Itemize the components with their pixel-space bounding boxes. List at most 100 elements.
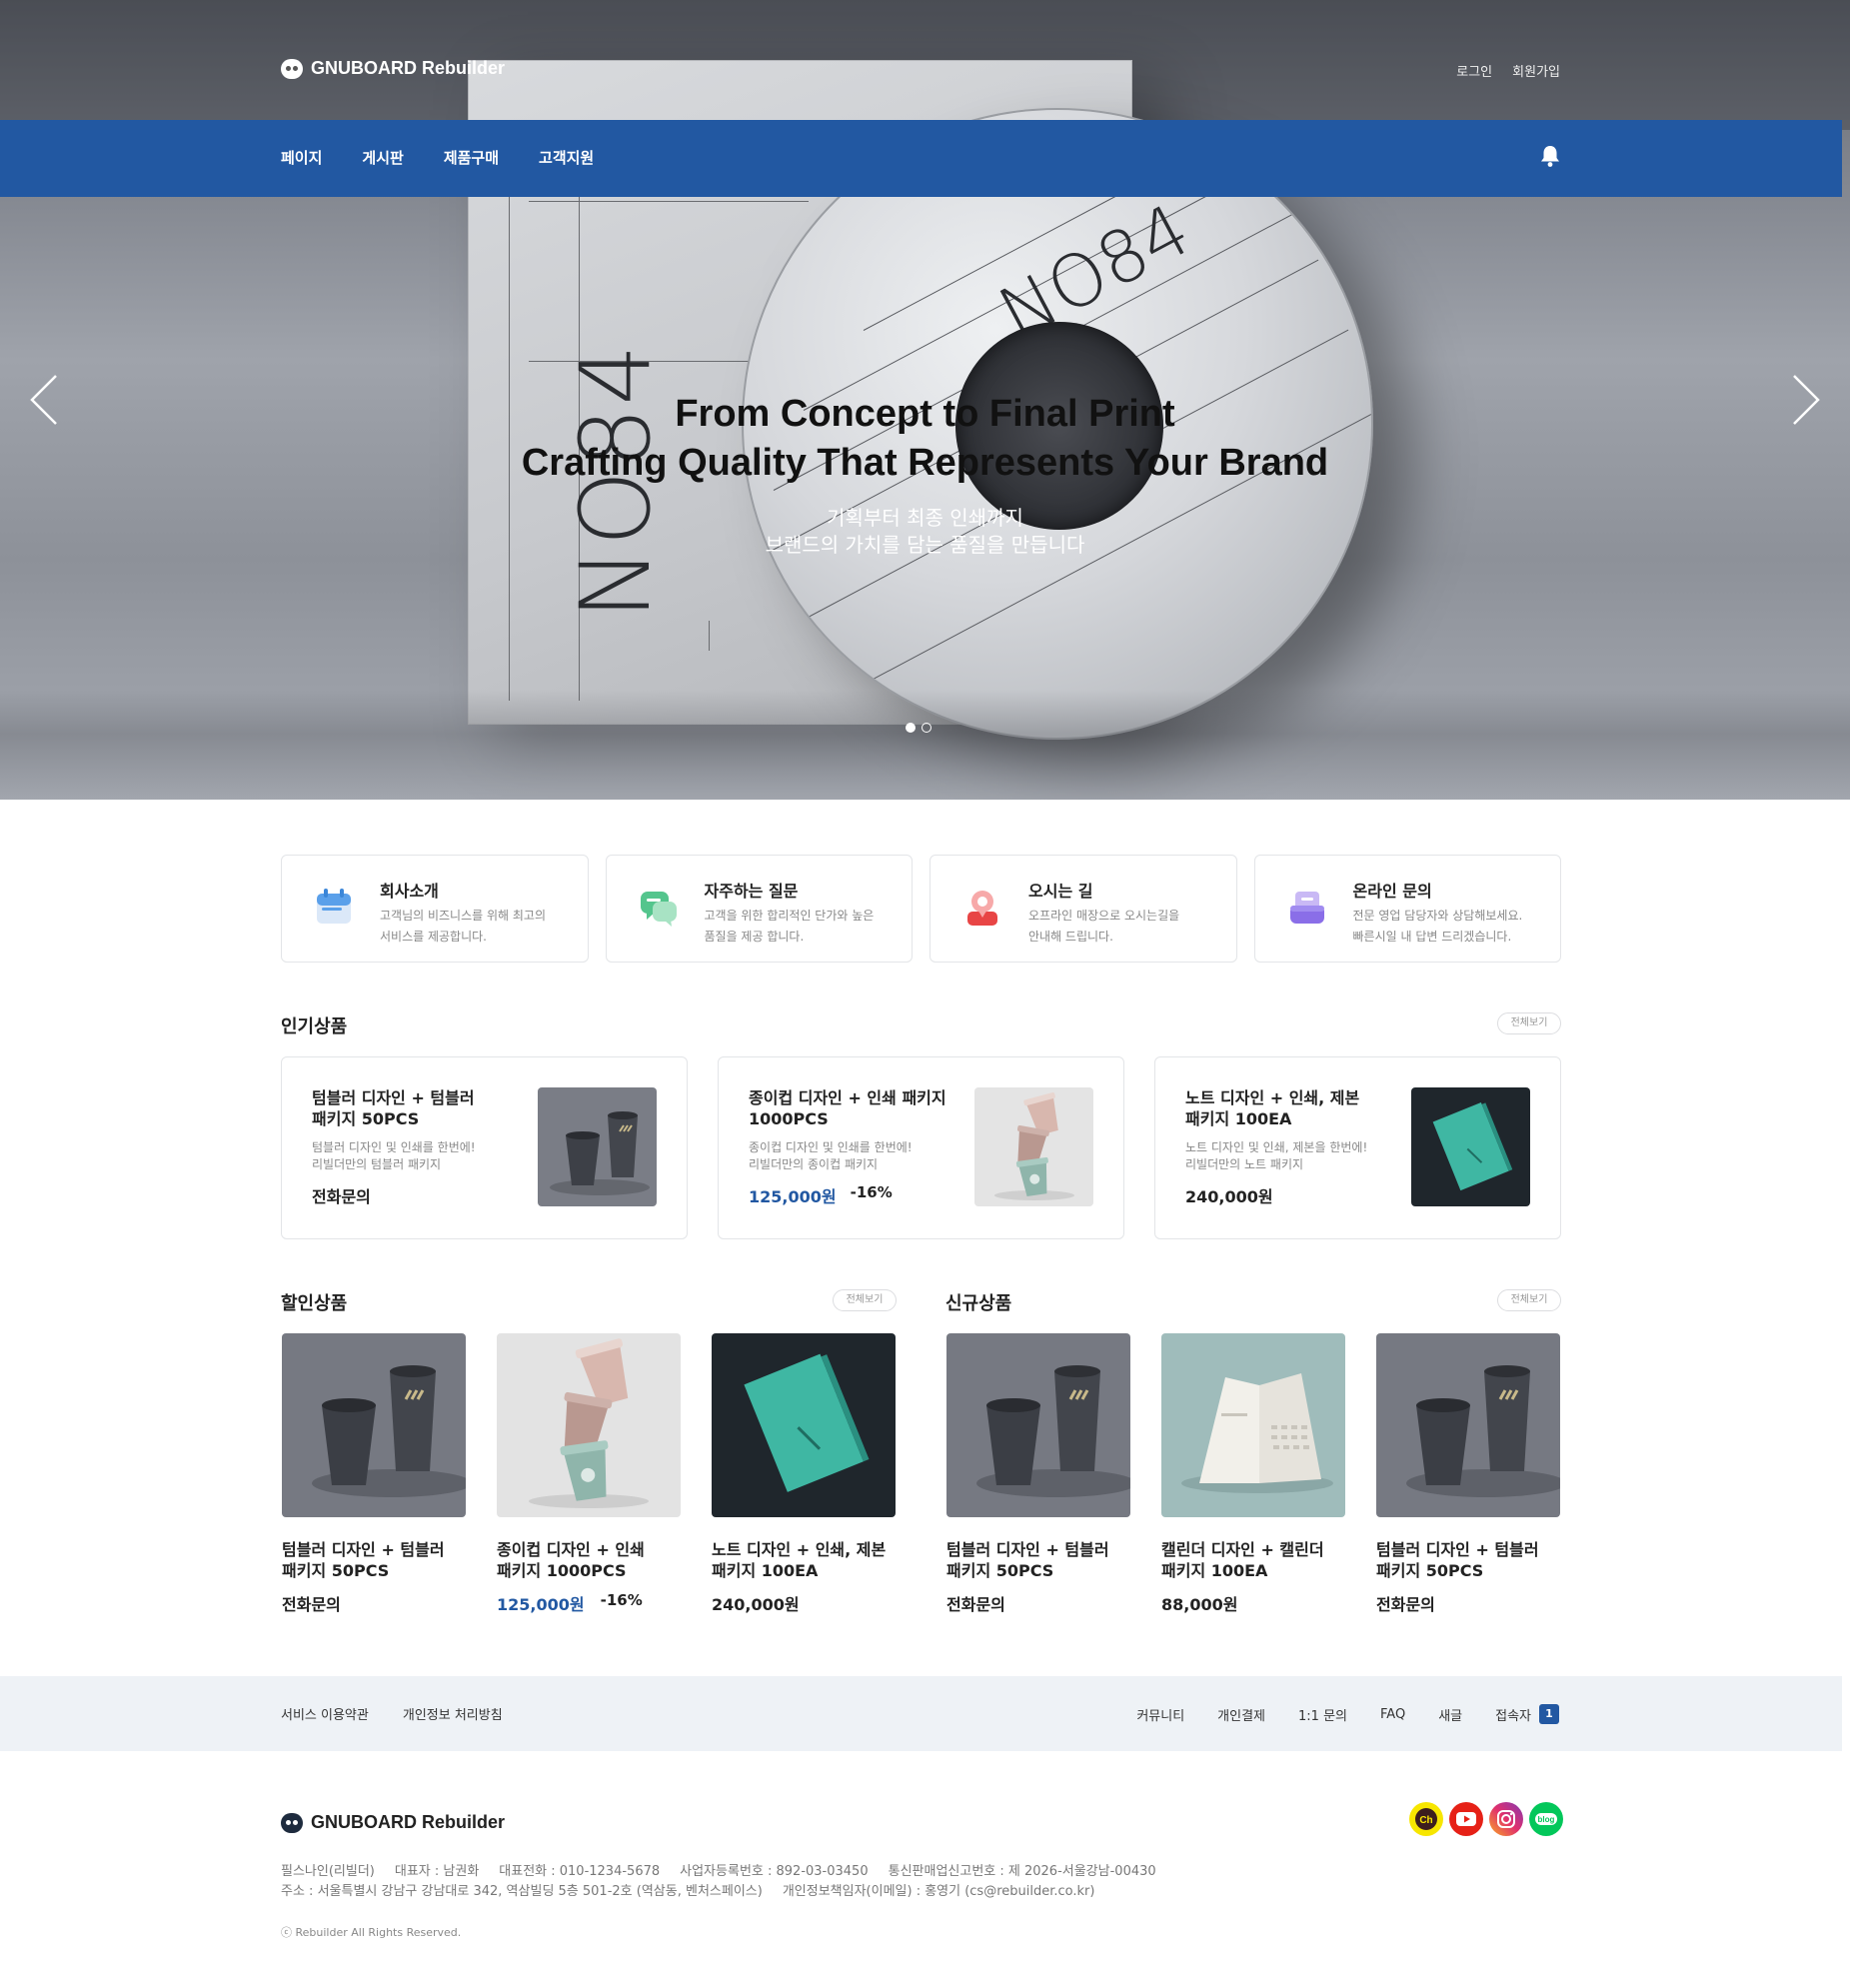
visitors-label: 접속자 <box>1495 1708 1531 1724</box>
signup-link[interactable]: 회원가입 <box>1512 61 1560 80</box>
product-name-line2: 1000PCS <box>749 1109 829 1128</box>
quick-link-desc: 전문 영업 담당자와 상담해보세요. 빠른시일 내 답변 드리겠습니다. <box>1353 906 1553 948</box>
login-link[interactable]: 로그인 <box>1456 61 1492 80</box>
product-name: 노트 디자인 + 인쇄, 제본 패키지 100EA <box>1185 1087 1395 1129</box>
business-number: 사업자등록번호 : 892-03-03450 <box>680 1864 869 1879</box>
footer-logo[interactable]: GNUBOARD Rebuilder <box>281 1812 505 1833</box>
product-name: 텀블러 디자인 + 텀블러 패키지 50PCS <box>282 1539 466 1581</box>
nav-item-page[interactable]: 페이지 <box>281 147 322 168</box>
nav-item-support[interactable]: 고객지원 <box>539 147 594 168</box>
product-price: 전화문의 <box>946 1591 1130 1615</box>
new-view-all-button[interactable]: 전체보기 <box>1497 1289 1561 1311</box>
hero-dot-1[interactable] <box>906 723 916 733</box>
quick-link-desc-line1: 고객님의 비즈니스를 위해 최고의 <box>380 909 547 923</box>
quick-link-inquiry[interactable]: 온라인 문의 전문 영업 담당자와 상담해보세요. 빠른시일 내 답변 드리겠습… <box>1253 855 1561 963</box>
product-image-tumbler[interactable] <box>282 1333 466 1517</box>
quick-link-location[interactable]: 오시는 길 오프라인 매장으로 오시는길을 안내해 드립니다. <box>929 855 1237 963</box>
popular-product-card[interactable]: 노트 디자인 + 인쇄, 제본 패키지 100EA 노트 디자인 및 인쇄, 제… <box>1154 1056 1561 1239</box>
popular-section-title: 인기상품 <box>281 1016 348 1037</box>
hero-dot-2[interactable] <box>922 723 931 733</box>
kakao-channel-icon[interactable]: Ch <box>1409 1802 1443 1836</box>
quick-link-faq[interactable]: 자주하는 질문 고객을 위한 합리적인 단가와 높은 품질을 제공 합니다. <box>605 855 913 963</box>
main-navbar: 페이지 게시판 제품구매 고객지원 <box>0 120 1842 197</box>
product-desc-line1: 노트 디자인 및 인쇄, 제본을 한번에! <box>1185 1140 1368 1154</box>
product-price: 전화문의 <box>312 1183 371 1207</box>
product-name-line2: 패키지 50PCS <box>946 1561 1054 1580</box>
product-name-line2: 패키지 1000PCS <box>497 1561 627 1580</box>
product-image-paper-cup[interactable] <box>497 1333 681 1517</box>
sale-view-all-button[interactable]: 전체보기 <box>833 1289 897 1311</box>
product-name-line1: 텀블러 디자인 + 텀블러 <box>946 1540 1109 1559</box>
hero-next-arrow-icon[interactable] <box>1784 370 1824 430</box>
new-product-item[interactable]: 텀블러 디자인 + 텀블러 패키지 50PCS 전화문의 <box>1376 1333 1560 1615</box>
product-name-line2: 패키지 100EA <box>1161 1561 1268 1580</box>
product-price-value: 88,000원 <box>1161 1595 1238 1614</box>
hero-subtitle-line2: 브랜드의 가치를 담는 품질을 만듭니다 <box>765 533 1085 557</box>
bell-icon[interactable] <box>1539 144 1561 168</box>
quick-link-desc-line2: 빠른시일 내 답변 드리겠습니다. <box>1352 930 1512 944</box>
product-image-notebook[interactable] <box>1411 1087 1530 1206</box>
popular-product-card[interactable]: 종이컵 디자인 + 인쇄 패키지 1000PCS 종이컵 디자인 및 인쇄를 한… <box>718 1056 1124 1239</box>
hero-title-line2: Crafting Quality That Represents Your Br… <box>521 442 1329 484</box>
hero-subtitle: 기획부터 최종 인쇄까지 브랜드의 가치를 담는 품질을 만듭니다 <box>0 505 1850 559</box>
ceo-name: 대표자 : 남권화 <box>394 1864 480 1879</box>
product-image-tumbler[interactable] <box>946 1333 1130 1517</box>
product-price-value: 전화문의 <box>946 1595 1005 1614</box>
ecommerce-number: 통신판매업신고번호 : 제 2026-서울강남-00430 <box>888 1864 1156 1879</box>
product-discount-rate: -16% <box>600 1591 643 1609</box>
product-image-calendar[interactable] <box>1161 1333 1345 1517</box>
product-name-line1: 노트 디자인 + 인쇄, 제본 <box>1185 1088 1360 1107</box>
product-name: 노트 디자인 + 인쇄, 제본 패키지 100EA <box>712 1539 896 1581</box>
hero-title: From Concept to Final Print Crafting Qua… <box>0 390 1850 488</box>
quick-link-company[interactable]: 회사소개 고객님의 비즈니스를 위해 최고의 서비스를 제공합니다. <box>281 855 589 963</box>
company-info-row2: 주소 : 서울특별시 강남구 강남대로 342, 역삼빌딩 5층 501-2호 … <box>281 1882 1156 1902</box>
product-image-paper-cup[interactable] <box>974 1087 1093 1206</box>
product-price: 240,000원 <box>1185 1183 1273 1207</box>
quick-link-title: 회사소개 <box>380 882 439 901</box>
blog-icon[interactable]: blog <box>1529 1802 1563 1836</box>
product-name-line2: 패키지 50PCS <box>1376 1561 1484 1580</box>
product-name-line1: 종이컵 디자인 + 인쇄 <box>497 1540 645 1559</box>
company-info: 필스나인(리빌더) 대표자 : 남권화 대표전화 : 010-1234-5678… <box>281 1862 1156 1902</box>
sale-product-item[interactable]: 종이컵 디자인 + 인쇄 패키지 1000PCS 125,000원 -16% <box>497 1333 681 1615</box>
nav-menu: 페이지 게시판 제품구매 고객지원 <box>281 147 594 168</box>
quick-link-desc: 고객을 위한 합리적인 단가와 높은 품질을 제공 합니다. <box>705 906 905 948</box>
nav-item-board[interactable]: 게시판 <box>362 147 403 168</box>
product-price: 125,000원 -16% <box>749 1183 893 1207</box>
quick-link-desc-line2: 서비스를 제공합니다. <box>380 930 487 944</box>
one-on-one-inquiry-link[interactable]: 1:1 문의 <box>1298 1705 1347 1724</box>
popular-view-all-button[interactable]: 전체보기 <box>1497 1012 1561 1034</box>
product-image-tumbler[interactable] <box>538 1087 657 1206</box>
nav-item-shop[interactable]: 제품구매 <box>444 147 499 168</box>
product-name-line2: 패키지 50PCS <box>312 1109 420 1128</box>
product-image-notebook[interactable] <box>712 1333 896 1517</box>
product-name-line1: 종이컵 디자인 + 인쇄 패키지 <box>749 1088 946 1107</box>
product-price-value: 125,000원 <box>749 1187 837 1206</box>
sale-product-item[interactable]: 텀블러 디자인 + 텀블러 패키지 50PCS 전화문의 <box>282 1333 466 1615</box>
site-logo[interactable]: GNUBOARD Rebuilder <box>281 58 505 79</box>
product-name: 종이컵 디자인 + 인쇄 패키지 1000PCS <box>749 1087 958 1129</box>
visitors-link[interactable]: 접속자 1 <box>1495 1704 1559 1724</box>
youtube-icon[interactable] <box>1449 1802 1483 1836</box>
faq-link[interactable]: FAQ <box>1380 1707 1405 1722</box>
new-posts-link[interactable]: 새글 <box>1438 1705 1462 1724</box>
hero-pagination <box>906 723 931 733</box>
new-product-item[interactable]: 텀블러 디자인 + 텀블러 패키지 50PCS 전화문의 <box>946 1333 1130 1615</box>
terms-link[interactable]: 서비스 이용약관 <box>281 1704 369 1723</box>
personal-payment-link[interactable]: 개인결제 <box>1217 1705 1265 1724</box>
sale-product-item[interactable]: 노트 디자인 + 인쇄, 제본 패키지 100EA 240,000원 <box>712 1333 896 1615</box>
community-link[interactable]: 커뮤니티 <box>1136 1705 1184 1724</box>
instagram-icon[interactable] <box>1489 1802 1523 1836</box>
product-name-line1: 캘린더 디자인 + 캘린더 <box>1161 1540 1324 1559</box>
popular-product-card[interactable]: 텀블러 디자인 + 텀블러 패키지 50PCS 텀블러 디자인 및 인쇄를 한번… <box>281 1056 688 1239</box>
product-desc-line1: 종이컵 디자인 및 인쇄를 한번에! <box>749 1140 913 1154</box>
product-price: 전화문의 <box>282 1591 466 1615</box>
new-product-item[interactable]: 캘린더 디자인 + 캘린더 패키지 100EA 88,000원 <box>1161 1333 1345 1615</box>
product-name: 텀블러 디자인 + 텀블러 패키지 50PCS <box>312 1087 522 1129</box>
privacy-link[interactable]: 개인정보 처리방침 <box>403 1704 503 1723</box>
product-image-tumbler[interactable] <box>1376 1333 1560 1517</box>
quick-link-desc-line1: 오프라인 매장으로 오시는길을 <box>1028 909 1180 923</box>
footer-policy-links: 서비스 이용약관 개인정보 처리방침 <box>281 1704 503 1723</box>
product-desc: 노트 디자인 및 인쇄, 제본을 한번에! 리빌더만의 노트 패키지 <box>1185 1139 1405 1173</box>
hero-prev-arrow-icon[interactable] <box>26 370 66 430</box>
